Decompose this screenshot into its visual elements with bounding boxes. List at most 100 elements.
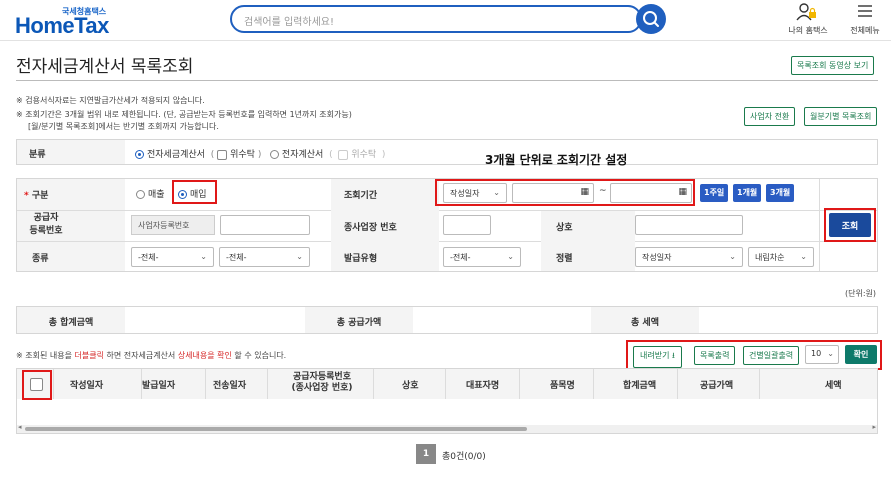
header-divider bbox=[0, 40, 891, 41]
col-tax: 세액 bbox=[825, 381, 842, 391]
company-label: 상호 bbox=[556, 223, 573, 233]
sort-label: 정렬 bbox=[556, 254, 573, 264]
scroll-left-icon[interactable]: ◂ bbox=[18, 423, 22, 431]
col-item-name: 품목명 bbox=[550, 381, 575, 391]
col-line bbox=[205, 369, 206, 399]
type-label: * 구분 bbox=[24, 191, 49, 201]
col-company: 상호 bbox=[402, 381, 419, 391]
print-list-button[interactable]: 목록출력 bbox=[694, 346, 736, 365]
issue-type-label: 발급유형 bbox=[344, 254, 378, 264]
hometax-logo[interactable]: HomeTax bbox=[15, 13, 109, 39]
order-value: 내림차순 bbox=[755, 253, 785, 262]
kind-label: 종류 bbox=[32, 254, 49, 264]
chevron-down-icon: ⌄ bbox=[507, 252, 514, 261]
my-hometax-label: 나의 홈택스 bbox=[788, 26, 828, 35]
radio-electronic-bill[interactable] bbox=[269, 150, 279, 159]
horizontal-scrollbar[interactable]: ◂ ▸ bbox=[17, 423, 877, 433]
chevron-down-icon: ⌄ bbox=[200, 252, 207, 261]
kind-select-2[interactable]: -전체- ⌄ bbox=[219, 247, 310, 267]
col-line bbox=[519, 369, 520, 399]
search-submit-button[interactable]: 조회 bbox=[829, 213, 871, 237]
radio-purchase[interactable] bbox=[178, 190, 187, 199]
period-3month-button[interactable]: 3개월 bbox=[766, 184, 794, 202]
col-supplier-no-line1: 공급자등록번호 bbox=[293, 372, 351, 382]
title-divider bbox=[16, 80, 878, 81]
select-all-checkbox[interactable] bbox=[30, 378, 43, 391]
chevron-down-icon: ⌄ bbox=[493, 188, 500, 197]
chevron-down-icon: ⌄ bbox=[729, 252, 736, 261]
supplier-label: 공급자 등록번호 bbox=[26, 212, 66, 238]
branch-no-input[interactable] bbox=[443, 215, 491, 235]
checkbox-consign-1[interactable] bbox=[217, 149, 228, 160]
supplier-label-line1: 공급자 bbox=[33, 213, 59, 223]
pager-current-page[interactable]: 1 bbox=[416, 444, 436, 464]
col-issue-date: 발급일자 bbox=[142, 381, 176, 391]
col-line bbox=[373, 369, 374, 399]
col-line bbox=[53, 369, 54, 399]
radio-electronic-invoice[interactable] bbox=[135, 150, 144, 159]
search-placeholder: 검색어를 입력하세요! bbox=[244, 17, 334, 28]
col-supply: 공급가액 bbox=[700, 381, 734, 391]
date-separator: ~ bbox=[599, 186, 607, 196]
all-menu-button[interactable]: 전체메뉴 bbox=[845, 2, 885, 36]
end-date-input[interactable]: ▦ bbox=[610, 183, 692, 203]
note-line-1: ※ 검용서식자료는 지연발급가산세가 적용되지 않습니다. bbox=[16, 96, 205, 105]
total-supply-label: 총 공급가액 bbox=[305, 307, 413, 333]
hamburger-icon bbox=[858, 5, 872, 17]
confirm-button[interactable]: 확인 bbox=[845, 345, 877, 364]
issue-type-select[interactable]: -전체- ⌄ bbox=[443, 247, 521, 267]
monthly-list-button[interactable]: 월분기별 목록조회 bbox=[804, 107, 878, 126]
switch-business-button[interactable]: 사업자 전환 bbox=[744, 107, 796, 126]
sort-select[interactable]: 작성일자 ⌄ bbox=[635, 247, 743, 267]
search-button[interactable] bbox=[636, 4, 666, 34]
period-type-select[interactable]: 작성일자 ⌄ bbox=[443, 183, 507, 203]
col-total: 합계금액 bbox=[623, 381, 657, 391]
list-note: ※ 조회된 내용을 더블클릭 하면 전자세금계산서 상세내용을 확인 할 수 있… bbox=[16, 351, 287, 360]
video-guide-button[interactable]: 목록조회 동영상 보기 bbox=[791, 56, 875, 75]
col-supplier-no-line2: (종사업장 번호) bbox=[291, 383, 353, 393]
type-sales-option[interactable]: 매출 bbox=[136, 187, 165, 200]
type-purchase-option[interactable]: 매입 bbox=[178, 187, 207, 200]
company-input[interactable] bbox=[635, 215, 743, 235]
col-line bbox=[593, 369, 594, 399]
col-write-date: 작성일자 bbox=[70, 381, 104, 391]
calendar-icon[interactable]: ▦ bbox=[580, 187, 589, 197]
page-size-select[interactable]: 10 ⌄ bbox=[805, 345, 839, 364]
totals-row: 총 합계금액 총 공급가액 총 세액 bbox=[16, 306, 878, 334]
scrollbar-thumb[interactable] bbox=[25, 427, 527, 431]
supplier-biz-no-input[interactable] bbox=[220, 215, 310, 235]
all-menu-label: 전체메뉴 bbox=[850, 26, 880, 35]
download-button[interactable]: 내려받기 ⭳ bbox=[633, 346, 682, 368]
issue-type-value: -전체- bbox=[450, 253, 471, 262]
my-hometax-button[interactable]: 나의 홈택스 bbox=[786, 2, 830, 36]
kind-select-2-value: -전체- bbox=[226, 253, 247, 262]
row-divider-1 bbox=[17, 210, 877, 211]
label-consign-2: 위수탁 bbox=[351, 150, 377, 160]
annotation-caption: 3개월 단위로 조회기간 설정 bbox=[485, 153, 628, 167]
supplier-label-line2: 등록번호 bbox=[29, 226, 63, 236]
order-select[interactable]: 내림차순 ⌄ bbox=[748, 247, 814, 267]
print-each-button[interactable]: 건별일괄출력 bbox=[743, 346, 800, 365]
period-1month-button[interactable]: 1개월 bbox=[733, 184, 761, 202]
page-title: 전자세금계산서 목록조회 bbox=[16, 57, 194, 77]
kind-select-1[interactable]: -전체- ⌄ bbox=[131, 247, 214, 267]
period-1week-button[interactable]: 1주일 bbox=[700, 184, 728, 202]
search-input[interactable]: 검색어를 입력하세요! bbox=[230, 5, 642, 33]
chevron-down-icon: ⌄ bbox=[296, 252, 303, 261]
calendar-icon[interactable]: ▦ bbox=[678, 187, 687, 197]
scroll-right-icon[interactable]: ▸ bbox=[872, 423, 876, 431]
label-electronic-bill: 전자계산서 bbox=[281, 150, 324, 160]
period-label: 조회기간 bbox=[344, 191, 378, 201]
user-lock-icon bbox=[796, 3, 816, 21]
total-tax-label: 총 세액 bbox=[591, 307, 699, 333]
branch-no-label: 종사업장 번호 bbox=[344, 223, 397, 233]
start-date-input[interactable]: ▦ bbox=[512, 183, 594, 203]
note-line-2: ※ 조회기간은 3개월 범위 내로 제한됩니다. (단, 공급받는자 등록번호를… bbox=[16, 110, 352, 119]
download-icon: ⭳ bbox=[672, 351, 675, 360]
col-ceo-name: 대표자명 bbox=[466, 381, 500, 391]
radio-sales[interactable] bbox=[136, 190, 145, 199]
total-sum-label: 총 합계금액 bbox=[17, 307, 125, 333]
label-consign-1: 위수탁 bbox=[230, 150, 255, 160]
label-sales: 매출 bbox=[148, 190, 165, 200]
pager-total: 총0건(0/0) bbox=[442, 452, 486, 462]
